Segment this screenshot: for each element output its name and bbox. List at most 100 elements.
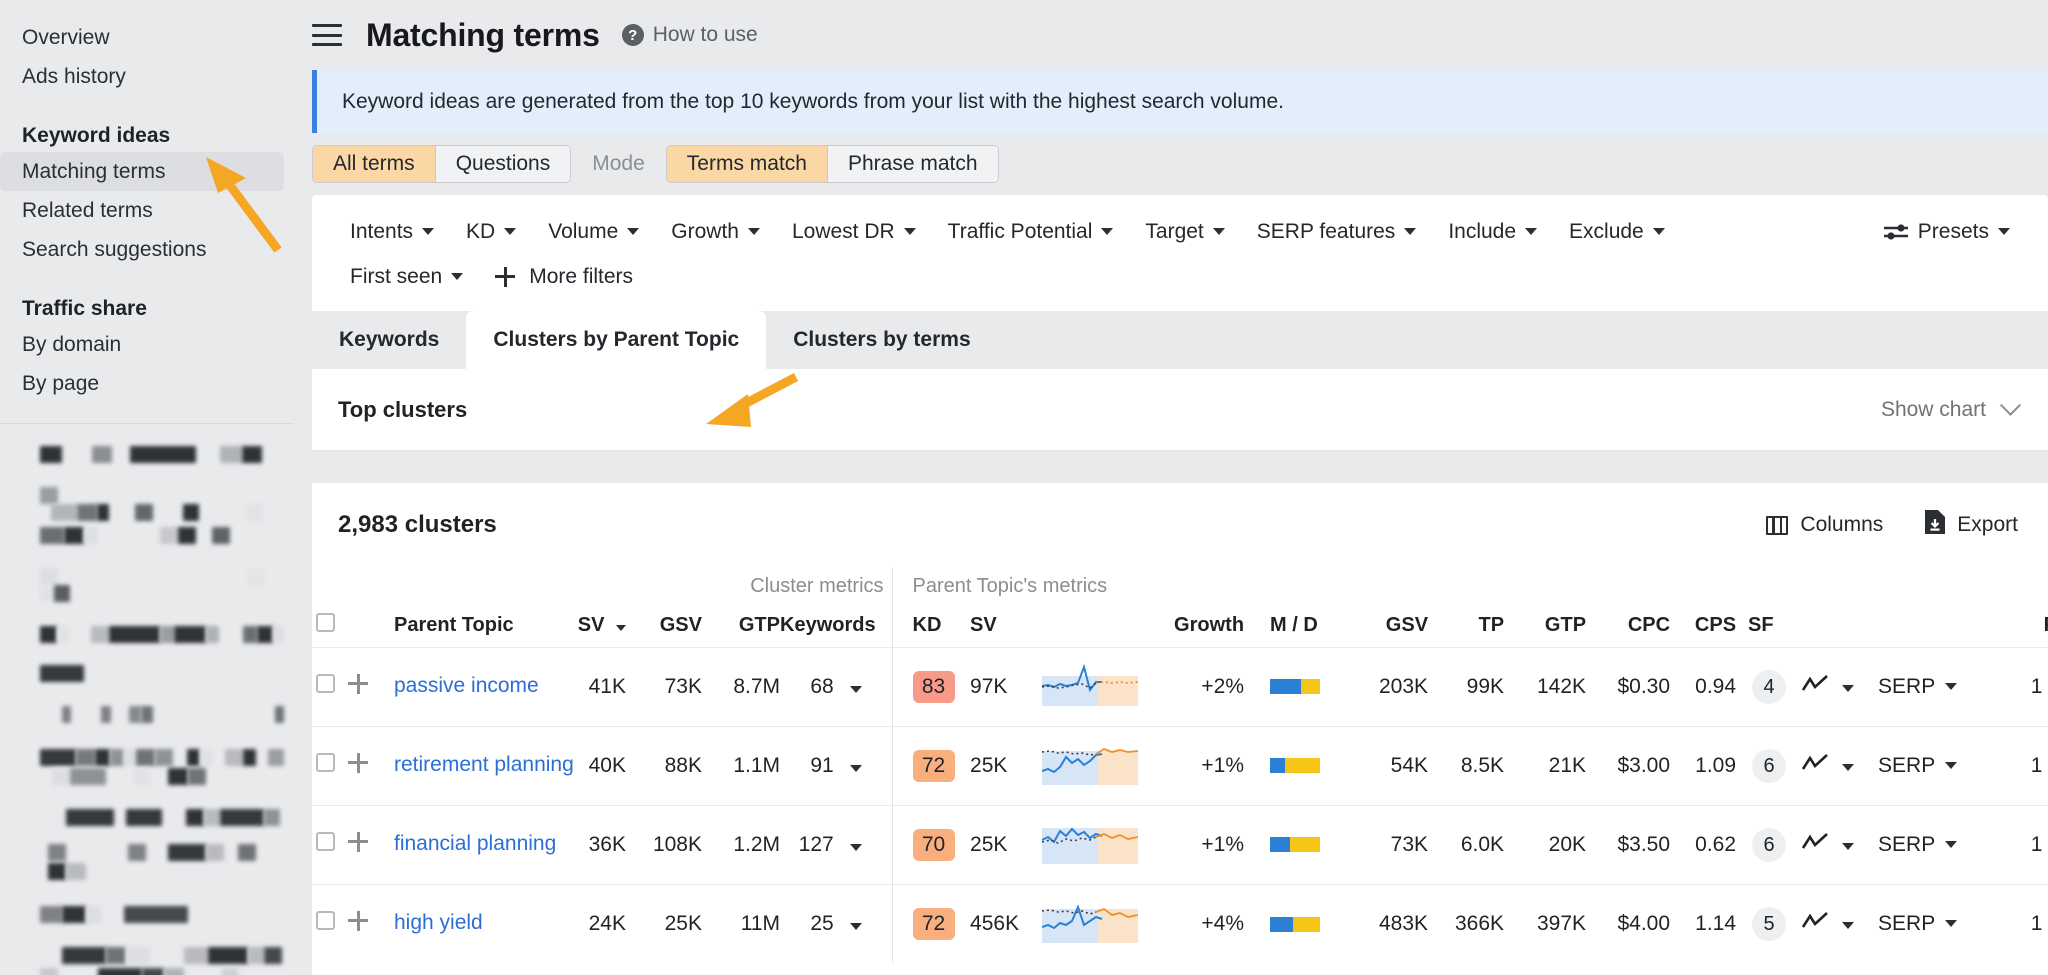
column-header-parent-topic[interactable]: Parent Topic	[394, 605, 554, 647]
cell-serp[interactable]: SERP	[1878, 647, 1988, 726]
presets-label: Presets	[1918, 220, 1989, 244]
sparkline-chart	[1042, 820, 1138, 870]
cell-keywords[interactable]: 25	[780, 884, 892, 963]
serp-button[interactable]: SERP	[1878, 912, 1957, 936]
tab-phrase-match[interactable]: Phrase match	[827, 146, 998, 182]
chevron-down-icon	[2000, 395, 2021, 416]
tab-clusters-by-parent-topic[interactable]: Clusters by Parent Topic	[466, 311, 766, 369]
sidebar-item-label: Related terms	[22, 199, 153, 222]
sidebar-item-related-terms[interactable]: Related terms	[0, 191, 284, 230]
cell-cps: 1.09	[1670, 726, 1736, 805]
column-header-kd[interactable]: KD	[892, 605, 970, 647]
tab-keywords[interactable]: Keywords	[312, 311, 466, 369]
expand-row-icon[interactable]	[348, 753, 368, 773]
cell-gtp: 142K	[1504, 647, 1586, 726]
filter-serp-features[interactable]: SERP features	[1241, 213, 1433, 251]
show-chart-label: Show chart	[1881, 398, 1986, 422]
sidebar-item-by-domain[interactable]: By domain	[0, 325, 284, 364]
show-chart-toggle[interactable]: Show chart	[1881, 398, 2018, 422]
cell-keywords[interactable]: 127	[780, 805, 892, 884]
presets-button[interactable]: Presets	[1867, 213, 2026, 251]
filter-include[interactable]: Include	[1432, 213, 1553, 251]
filter-lowest-dr[interactable]: Lowest DR	[776, 213, 932, 251]
tab-terms-match[interactable]: Terms match	[667, 146, 827, 182]
parent-topic-link[interactable]: financial planning	[394, 831, 544, 858]
column-header-gtp[interactable]: GTP	[1504, 605, 1586, 647]
parent-topic-link[interactable]: retirement planning	[394, 752, 544, 779]
column-header-keywords[interactable]: Keywords	[780, 605, 892, 647]
table-row[interactable]: high yield 24K 25K 11M 25 72 456K	[312, 884, 2048, 963]
cell-serp[interactable]: SERP	[1878, 884, 1988, 963]
select-all-checkbox[interactable]	[316, 613, 335, 632]
column-header-gsv[interactable]: GSV	[1344, 605, 1428, 647]
sidebar-item-by-page[interactable]: By page	[0, 364, 284, 403]
more-filters-button[interactable]: More filters	[479, 258, 649, 296]
serp-button[interactable]: SERP	[1878, 833, 1957, 857]
column-header-sf[interactable]: SF	[1736, 605, 1802, 647]
tab-all-terms[interactable]: All terms	[313, 146, 435, 182]
clusters-table-container[interactable]: Cluster metrics Parent Topic's metrics P…	[312, 567, 2048, 975]
expand-row-icon[interactable]	[348, 911, 368, 931]
tab-clusters-by-terms[interactable]: Clusters by terms	[766, 311, 997, 369]
cell-trend[interactable]	[1802, 726, 1878, 805]
keywords-count: 25	[810, 912, 833, 935]
cell-gsv: 483K	[1344, 884, 1428, 963]
sf-badge: 4	[1752, 670, 1786, 704]
column-header-cps[interactable]: CPS	[1670, 605, 1736, 647]
filter-target[interactable]: Target	[1129, 213, 1240, 251]
filter-traffic-potential[interactable]: Traffic Potential	[932, 213, 1130, 251]
table-row[interactable]: retirement planning 40K 88K 1.1M 91 72 2…	[312, 726, 2048, 805]
expand-row-icon[interactable]	[348, 674, 368, 694]
export-button[interactable]: Export	[1925, 510, 2018, 540]
how-to-use-link[interactable]: ? How to use	[622, 23, 758, 47]
serp-button[interactable]: SERP	[1878, 754, 1957, 778]
row-checkbox[interactable]	[316, 832, 335, 851]
sidebar-item-search-suggestions[interactable]: Search suggestions	[0, 230, 284, 269]
sidebar-item-overview[interactable]: Overview	[0, 18, 284, 57]
row-checkbox-cell	[312, 884, 348, 963]
cell-cluster-gsv: 108K	[626, 805, 702, 884]
column-header-md[interactable]: M / D	[1254, 605, 1344, 647]
column-header-sv[interactable]: SV	[970, 605, 1042, 647]
sidebar-item-matching-terms[interactable]: Matching terms	[0, 152, 284, 191]
cell-md	[1254, 647, 1344, 726]
cell-trend[interactable]	[1802, 647, 1878, 726]
cell-cluster-sv: 24K	[554, 884, 626, 963]
filter-first-seen[interactable]: First seen	[334, 258, 479, 296]
filters-row-secondary: First seen More filters	[334, 254, 2026, 299]
filter-exclude[interactable]: Exclude	[1553, 213, 1681, 251]
columns-button[interactable]: Columns	[1766, 513, 1883, 537]
cell-trend[interactable]	[1802, 805, 1878, 884]
hamburger-icon[interactable]	[312, 24, 342, 46]
cell-keywords[interactable]: 91	[780, 726, 892, 805]
serp-button[interactable]: SERP	[1878, 675, 1957, 699]
cell-serp[interactable]: SERP	[1878, 805, 1988, 884]
column-header-cluster-sv[interactable]: SV	[554, 605, 626, 647]
expand-row-icon[interactable]	[348, 832, 368, 852]
table-row[interactable]: passive income 41K 73K 8.7M 68 83 97K	[312, 647, 2048, 726]
cell-keywords[interactable]: 68	[780, 647, 892, 726]
cell-trend[interactable]	[1802, 884, 1878, 963]
cell-cps: 0.94	[1670, 647, 1736, 726]
filter-volume[interactable]: Volume	[532, 213, 655, 251]
tab-questions[interactable]: Questions	[435, 146, 571, 182]
filter-growth[interactable]: Growth	[655, 213, 776, 251]
parent-topic-link[interactable]: high yield	[394, 910, 544, 937]
column-header-tp[interactable]: TP	[1428, 605, 1504, 647]
column-header-growth[interactable]: Growth	[1158, 605, 1254, 647]
filter-kd[interactable]: KD	[450, 213, 532, 251]
column-header-cluster-gsv[interactable]: GSV	[626, 605, 702, 647]
row-checkbox[interactable]	[316, 753, 335, 772]
row-checkbox[interactable]	[316, 674, 335, 693]
row-checkbox[interactable]	[316, 911, 335, 930]
filter-intents[interactable]: Intents	[334, 213, 450, 251]
table-row[interactable]: financial planning 36K 108K 1.2M 127 70 …	[312, 805, 2048, 884]
column-header-first-seen[interactable]: First seen	[1988, 605, 2048, 647]
cell-serp[interactable]: SERP	[1878, 726, 1988, 805]
sidebar-item-ads-history[interactable]: Ads history	[0, 57, 284, 96]
table-group-header-row: Cluster metrics Parent Topic's metrics	[312, 567, 2048, 605]
chevron-down-icon	[422, 228, 434, 235]
column-header-cpc[interactable]: CPC	[1586, 605, 1670, 647]
parent-topic-link[interactable]: passive income	[394, 673, 544, 700]
column-header-cluster-gtp[interactable]: GTP	[702, 605, 780, 647]
